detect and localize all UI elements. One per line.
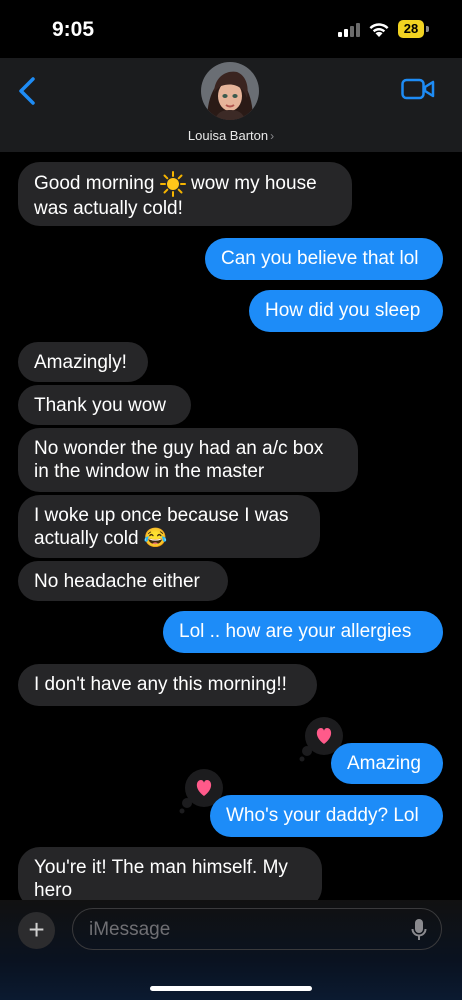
plus-button[interactable]: +	[18, 912, 55, 949]
incoming-message-bubble[interactable]: No headache either	[18, 561, 228, 601]
contact-avatar[interactable]	[201, 62, 259, 120]
status-bar: 9:05 28	[0, 0, 462, 58]
message-line: was actually cold!	[34, 198, 183, 219]
battery-tip	[426, 26, 429, 32]
status-time: 9:05	[52, 18, 95, 41]
outgoing-message-bubble[interactable]: Who's your daddy? Lol	[210, 795, 443, 837]
message-text: wow my house	[190, 173, 317, 195]
message-line: You're it! The man himself. My	[34, 857, 288, 878]
message-text: Good morning	[34, 173, 155, 195]
outgoing-message-bubble[interactable]: Amazing	[331, 743, 443, 784]
message-line: I woke up once because I was	[34, 505, 289, 526]
wifi-icon	[369, 23, 389, 37]
incoming-message-bubble[interactable]: Thank you wow	[18, 385, 191, 425]
outgoing-message-bubble[interactable]: Can you believe that lol	[205, 238, 443, 280]
home-indicator	[150, 986, 312, 991]
outgoing-message-bubble[interactable]: Lol .. how are your allergies	[163, 611, 443, 653]
message-line: actually cold 😂	[34, 528, 168, 549]
input-placeholder: iMessage	[89, 919, 171, 940]
compose-bar: + iMessage	[0, 900, 462, 1000]
imessage-input[interactable]: iMessage	[72, 908, 442, 950]
outgoing-message-bubble[interactable]: How did you sleep	[249, 290, 443, 332]
contact-name[interactable]: Louisa Barton ›	[0, 128, 462, 143]
chevron-right-icon: ›	[270, 129, 275, 143]
incoming-message-bubble[interactable]: No wonder the guy had an a/c box in the …	[18, 428, 358, 492]
sun-emoji-icon	[159, 171, 186, 197]
incoming-message-bubble[interactable]: Good morning wow my house was actually c…	[18, 162, 352, 226]
back-chevron-icon[interactable]	[18, 76, 36, 106]
message-line: hero	[34, 880, 73, 901]
message-line: No wonder the guy had an a/c box	[34, 438, 324, 459]
message-line: Good morning wow my house	[34, 171, 336, 197]
microphone-icon[interactable]	[411, 918, 427, 942]
incoming-message-bubble[interactable]: Amazingly!	[18, 342, 148, 382]
video-call-icon[interactable]	[401, 78, 435, 100]
incoming-message-bubble[interactable]: I woke up once because I was actually co…	[18, 495, 320, 558]
message-line: in the window in the master	[34, 461, 265, 482]
contact-name-label: Louisa Barton	[187, 128, 269, 143]
cellular-signal-icon	[338, 23, 360, 37]
conversation-header: Louisa Barton ›	[0, 58, 462, 152]
incoming-message-bubble[interactable]: I don't have any this morning!!	[18, 664, 317, 706]
battery-icon: 28	[398, 20, 424, 38]
